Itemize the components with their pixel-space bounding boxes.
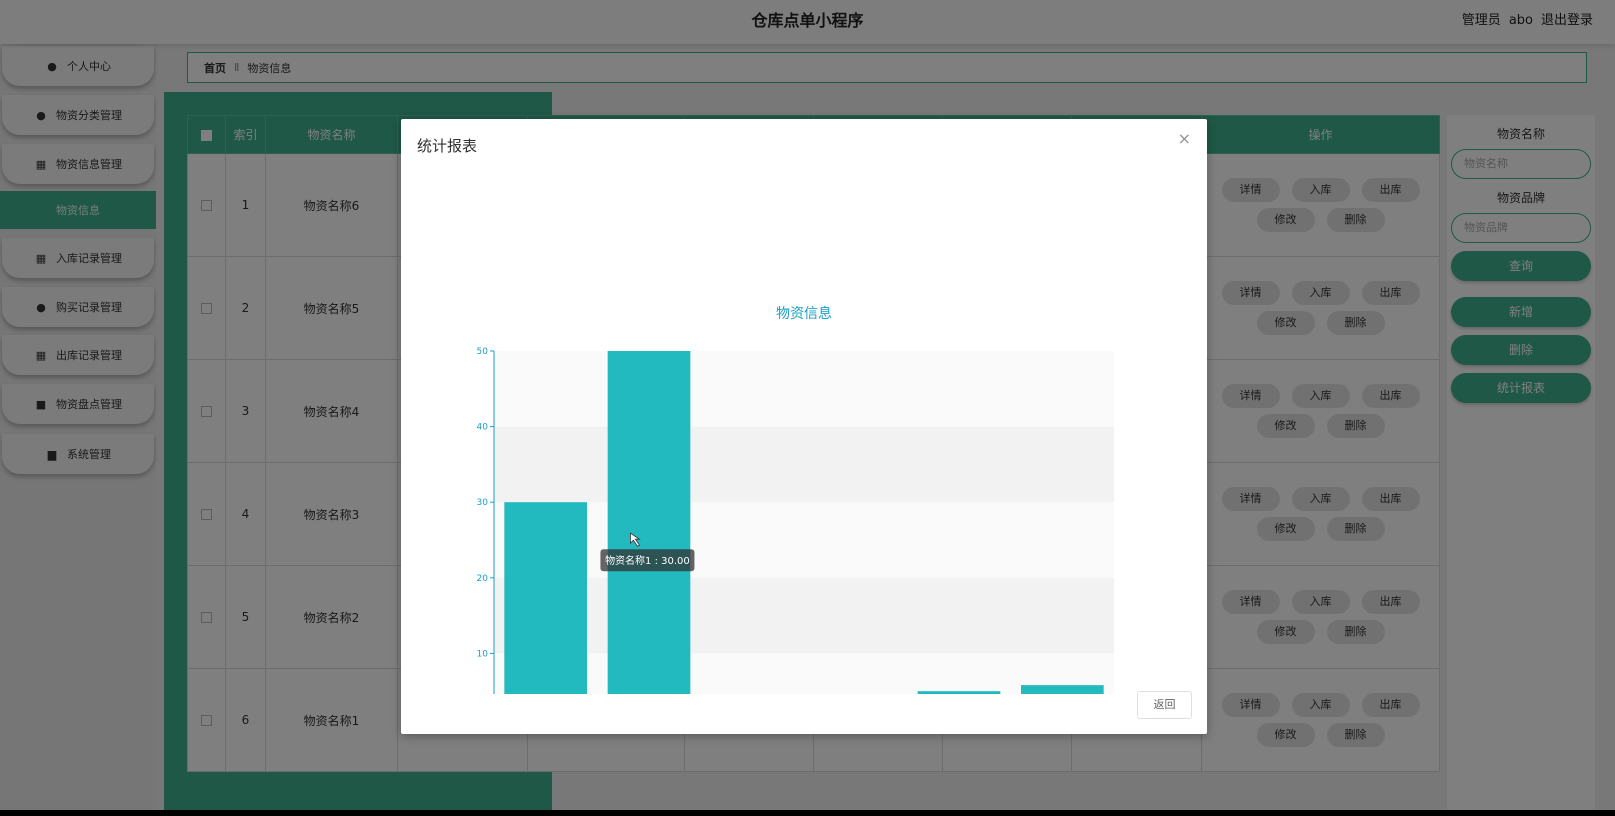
y-tick-label: 40 (477, 423, 489, 433)
grid-band (494, 426, 1114, 503)
y-tick-label: 10 (477, 649, 489, 659)
report-modal: 统计报表 × 物资信息01020304050物资名称1物资名称2物资名称3物资名… (401, 119, 1207, 734)
bar (1021, 685, 1104, 694)
y-tick-label: 30 (477, 498, 489, 508)
bar-chart: 物资信息01020304050物资名称1物资名称2物资名称3物资名称4物资名称5… (477, 305, 1114, 694)
bar (504, 502, 587, 694)
chart-tooltip: 物资名称1 : 30.00 (605, 554, 690, 567)
modal-title: 统计报表 (417, 137, 478, 155)
close-icon[interactable]: × (1178, 129, 1191, 148)
grid-band (494, 351, 1114, 427)
bar (917, 691, 1001, 694)
chart-title: 物资信息 (776, 305, 832, 322)
y-tick-label: 50 (477, 347, 489, 357)
y-tick-label: 20 (477, 574, 489, 584)
bar (607, 351, 691, 694)
back-button[interactable]: 返回 (1137, 691, 1192, 719)
